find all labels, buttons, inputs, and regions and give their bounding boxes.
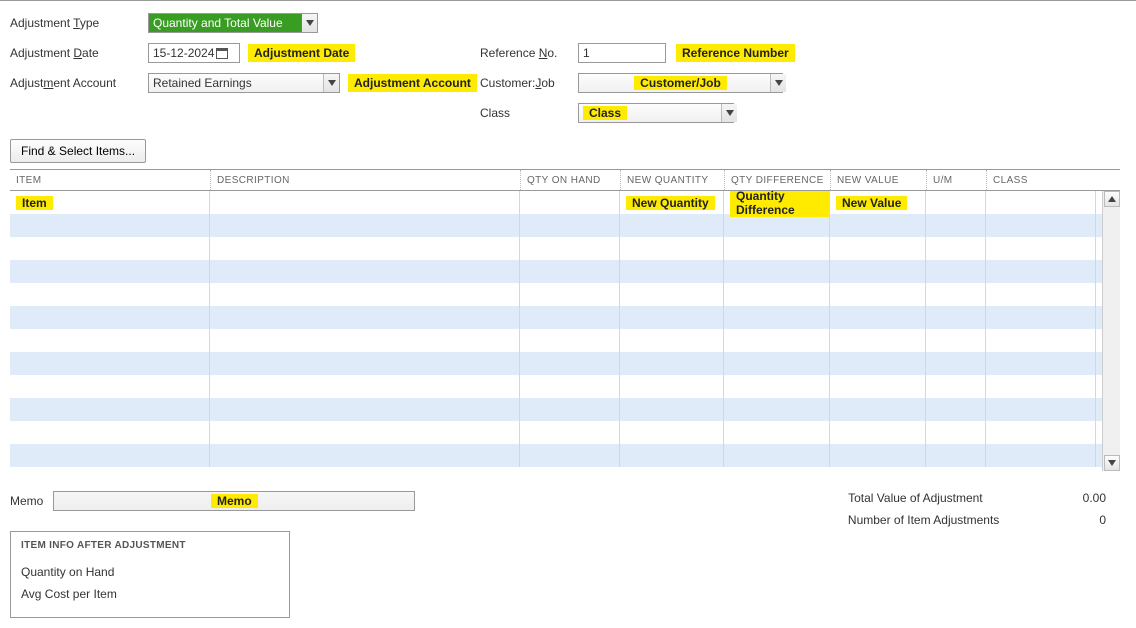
col-header-qty-on-hand[interactable]: Qty on Hand (520, 170, 620, 190)
grid-body[interactable]: Item New Quantity Quantity Difference Ne… (10, 191, 1120, 471)
class-select[interactable]: Class (578, 103, 734, 123)
customer-job-label: Customer:Job (480, 76, 568, 90)
col-header-new-quantity[interactable]: New Quantity (620, 170, 724, 190)
reference-no-annotation: Reference Number (676, 44, 795, 62)
col-header-qty-difference[interactable]: Qty Difference (724, 170, 830, 190)
num-adjustments-label: Number of Item Adjustments (848, 509, 999, 531)
table-row[interactable] (10, 444, 1120, 467)
new-quantity-annotation: New Quantity (626, 196, 715, 210)
chevron-down-icon (301, 14, 317, 32)
num-adjustments: 0 (1099, 509, 1106, 531)
table-row[interactable] (10, 237, 1120, 260)
col-header-um[interactable]: U/M (926, 170, 986, 190)
table-row[interactable] (10, 375, 1120, 398)
qty-difference-annotation: Quantity Difference (730, 191, 829, 217)
grid-header: Item Description Qty on Hand New Quantit… (10, 169, 1120, 191)
item-info-qty-on-hand: Quantity on Hand (21, 565, 279, 579)
reference-no-label: Reference No. (480, 46, 568, 60)
table-row[interactable] (10, 260, 1120, 283)
item-annotation: Item (16, 196, 53, 210)
customer-job-select[interactable]: Customer/Job (578, 73, 783, 93)
scroll-down-icon[interactable] (1104, 455, 1120, 471)
scrollbar[interactable] (1102, 191, 1120, 471)
item-info-avg-cost: Avg Cost per Item (21, 587, 279, 601)
class-label: Class (480, 106, 568, 120)
col-header-description[interactable]: Description (210, 170, 520, 190)
table-row[interactable] (10, 352, 1120, 375)
memo-annotation: Memo (211, 494, 258, 508)
table-row[interactable] (10, 421, 1120, 444)
table-row[interactable] (10, 306, 1120, 329)
item-info-panel: ITEM INFO AFTER ADJUSTMENT Quantity on H… (10, 531, 290, 618)
total-value-label: Total Value of Adjustment (848, 487, 983, 509)
adjustment-date-annotation: Adjustment Date (248, 44, 355, 62)
find-select-items-button[interactable]: Find & Select Items... (10, 139, 146, 163)
col-header-item[interactable]: Item (10, 170, 210, 190)
table-row[interactable] (10, 398, 1120, 421)
adjustment-account-label: Adjustment Account (10, 76, 140, 90)
chevron-down-icon (770, 74, 786, 92)
calendar-icon[interactable] (214, 45, 230, 61)
adjustment-type-label: Adjustment Type (10, 16, 140, 30)
new-value-annotation: New Value (836, 196, 907, 210)
item-info-header: ITEM INFO AFTER ADJUSTMENT (21, 540, 279, 551)
reference-no-input[interactable]: 1 (578, 43, 666, 63)
col-header-new-value[interactable]: New Value (830, 170, 926, 190)
memo-label: Memo (10, 494, 43, 508)
adjustment-account-annotation: Adjustment Account (348, 74, 477, 92)
total-value: 0.00 (1083, 487, 1106, 509)
memo-input[interactable]: Memo (53, 491, 415, 511)
table-row[interactable] (10, 283, 1120, 306)
adjustment-type-select[interactable]: Quantity and Total Value (148, 13, 318, 33)
table-row[interactable] (10, 329, 1120, 352)
col-header-class[interactable]: Class (986, 170, 1096, 190)
chevron-down-icon (721, 104, 737, 122)
chevron-down-icon (323, 74, 339, 92)
table-row[interactable] (10, 214, 1120, 237)
scroll-up-icon[interactable] (1104, 191, 1120, 207)
adjustment-date-input[interactable]: 15-12-2024 (148, 43, 240, 63)
adjustment-account-select[interactable]: Retained Earnings (148, 73, 340, 93)
table-row[interactable]: Item New Quantity Quantity Difference Ne… (10, 191, 1120, 214)
adjustment-date-label: Adjustment Date (10, 46, 140, 60)
